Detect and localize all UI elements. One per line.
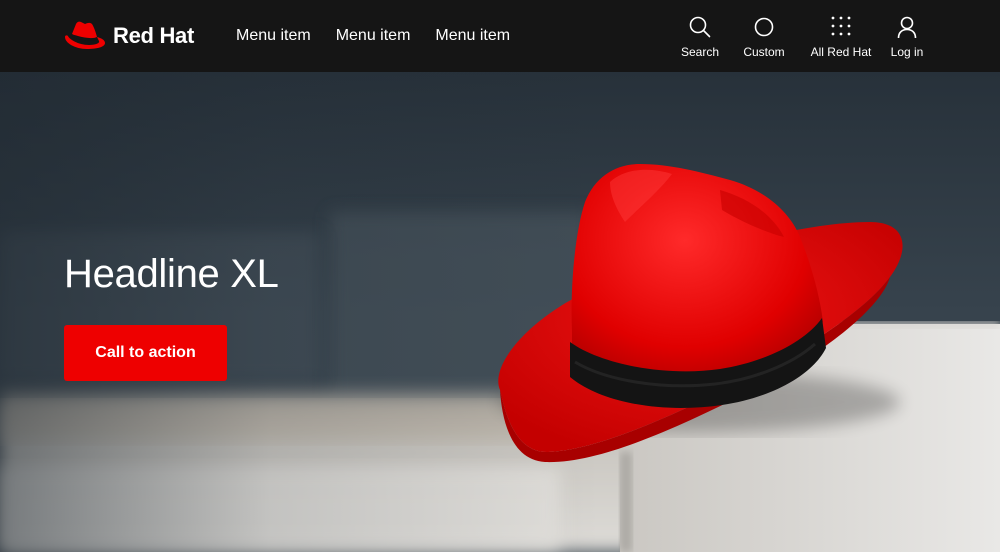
- brand-logo-link[interactable]: Red Hat: [63, 18, 194, 54]
- brand-name: Red Hat: [113, 23, 195, 48]
- menu-item-3[interactable]: Menu item: [435, 27, 510, 45]
- hero-banner: Headline XL Call to action: [0, 72, 1000, 552]
- call-to-action-button[interactable]: Call to action: [64, 325, 227, 381]
- log-in-button[interactable]: Log in: [882, 0, 932, 72]
- menu-item-2[interactable]: Menu item: [336, 27, 411, 45]
- grid-icon: [831, 16, 851, 36]
- menu-item-1[interactable]: Menu item: [236, 27, 311, 45]
- search-icon: [689, 16, 711, 38]
- custom-button[interactable]: Custom: [733, 0, 795, 72]
- page: Red Hat Menu item Menu item Menu item Se…: [0, 0, 1000, 552]
- custom-label: Custom: [743, 45, 785, 59]
- all-red-hat-button[interactable]: All Red Hat: [800, 0, 882, 72]
- hero-copy: Headline XL Call to action: [64, 250, 279, 381]
- red-fedora-logo-icon: [65, 21, 105, 49]
- log-in-label: Log in: [890, 45, 924, 59]
- hero-headline: Headline XL: [64, 252, 279, 296]
- search-button[interactable]: Search: [669, 0, 731, 72]
- utility-menu: Search Custom All Red Hat Log in: [669, 0, 1000, 72]
- circle-icon: [754, 17, 774, 37]
- search-label: Search: [680, 45, 720, 59]
- primary-menu: Menu item Menu item Menu item: [236, 0, 510, 72]
- all-red-hat-label: All Red Hat: [810, 45, 872, 59]
- user-icon: [897, 16, 917, 39]
- top-navigation: Red Hat Menu item Menu item Menu item Se…: [0, 0, 1000, 72]
